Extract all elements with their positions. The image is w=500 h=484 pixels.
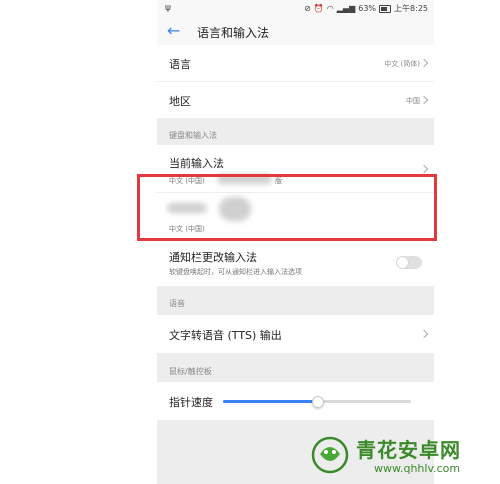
tts-row[interactable]: 文字转语音 (TTS) 输出 <box>157 315 434 354</box>
tts-label: 文字转语音 (TTS) 输出 <box>169 329 282 342</box>
status-icons: ⊘ ⏰ ◠ ▂▄▆ 63% 上午8:25 <box>304 3 428 14</box>
clock: 上午8:25 <box>394 4 428 13</box>
language-label: 语言 <box>169 58 191 71</box>
current-ime-row[interactable]: 当前输入法 中文 (中国) 版 <box>157 145 434 193</box>
battery-percent: 63% <box>358 4 377 13</box>
ime-item-row[interactable]: 中文 (中国) <box>157 193 434 240</box>
redacted-ime-name <box>167 203 207 213</box>
notification-ime-desc: 软键盘唤起时，可从通知栏进入输入法选项 <box>169 268 302 276</box>
redacted-ime-icon <box>219 197 251 221</box>
status-bar: ψ ⊘ ⏰ ◠ ▂▄▆ 63% 上午8:25 <box>157 0 434 17</box>
section-pointer: 鼠标/触控板 <box>169 367 212 376</box>
section-keyboard: 键盘和输入法 <box>169 131 217 140</box>
watermark-url: www.qhhlv.com <box>374 462 461 475</box>
slider-thumb[interactable] <box>312 396 324 408</box>
page-title: 语言和输入法 <box>197 26 270 40</box>
redacted-text <box>217 174 272 184</box>
chevron-right-icon <box>419 164 429 174</box>
section-voice: 语音 <box>169 299 185 308</box>
pointer-speed-label: 指针速度 <box>169 396 213 409</box>
current-ime-sub: 中文 (中国) <box>169 177 205 185</box>
mute-icon: ⊘ <box>304 4 311 13</box>
current-ime-label: 当前输入法 <box>169 157 224 170</box>
back-arrow-icon[interactable]: ← <box>167 21 180 40</box>
ime-item-sub: 中文 (中国) <box>169 225 205 233</box>
chevron-right-icon <box>419 329 429 339</box>
alarm-icon: ⏰ <box>313 4 324 13</box>
battery-icon <box>379 4 392 13</box>
notification-ime-label: 通知栏更改输入法 <box>169 251 257 264</box>
chevron-right-icon <box>419 58 429 68</box>
wifi-icon: ◠ <box>326 4 334 13</box>
settings-screen: ψ ⊘ ⏰ ◠ ▂▄▆ 63% 上午8:25 ← 语言和输入法 语言 中文 (简… <box>157 0 434 484</box>
current-ime-sub-tail: 版 <box>275 177 282 185</box>
signal-icon: ▂▄▆ <box>336 4 356 13</box>
chevron-right-icon <box>419 95 429 105</box>
notification-ime-row[interactable]: 通知栏更改输入法 软键盘唤起时，可从通知栏进入输入法选项 <box>157 240 434 287</box>
app-header: ← 语言和输入法 <box>157 17 434 45</box>
region-row[interactable]: 地区 中国 <box>157 82 434 119</box>
usb-icon: ψ <box>165 3 171 13</box>
slider-fill <box>223 400 317 403</box>
pointer-speed-slider[interactable] <box>223 396 411 408</box>
notification-ime-toggle[interactable] <box>396 256 422 269</box>
site-watermark: 青花安卓网 www.qhhlv.com <box>310 432 495 478</box>
region-label: 地区 <box>169 95 191 108</box>
pointer-speed-row: 指针速度 <box>157 382 434 421</box>
region-value: 中国 <box>406 97 420 105</box>
watermark-name: 青花安卓网 <box>356 438 461 462</box>
toggle-knob <box>397 257 408 268</box>
watermark-logo-icon <box>311 436 349 474</box>
language-row[interactable]: 语言 中文 (简体) <box>157 45 434 82</box>
language-value: 中文 (简体) <box>384 60 420 68</box>
